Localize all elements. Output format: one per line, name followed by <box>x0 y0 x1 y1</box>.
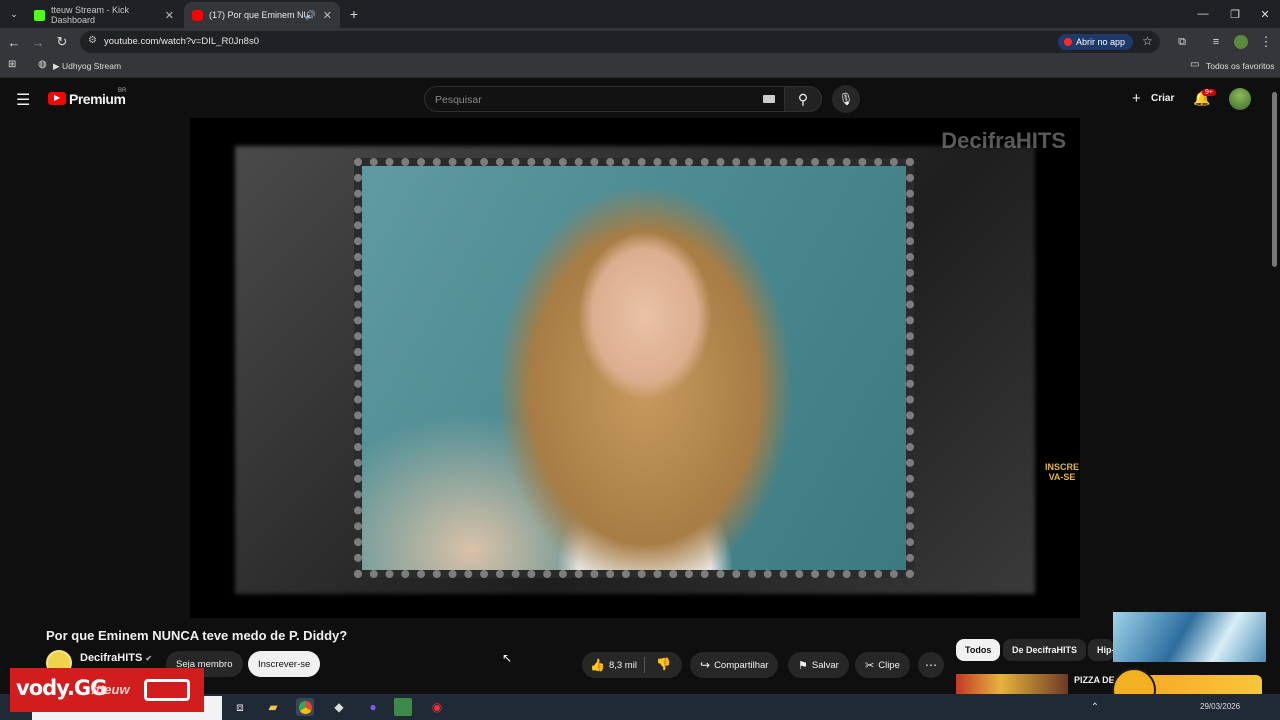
share-button[interactable]: ↪ Compartilhar <box>690 652 779 678</box>
youtube-header: ☰ ▶ Premium BR Pesquisar ⚲ 🎙 + Criar 🔔 9… <box>0 80 1280 118</box>
tab-youtube[interactable]: (17) Por que Eminem NUNCA 🔊 ✕ <box>184 2 340 28</box>
vody-logo-icon <box>144 679 190 701</box>
account-avatar[interactable] <box>1229 88 1251 110</box>
file-explorer-icon[interactable]: ▰ <box>264 698 282 716</box>
recommended-video-thumbnail[interactable] <box>956 674 1068 694</box>
channel-name-text: DecifraHITS <box>80 652 143 664</box>
share-icon: ↪ <box>700 658 711 672</box>
search-icon: ⚲ <box>797 90 809 107</box>
browser-toolbar: ← → ↻ ⚙ youtube.com/watch?v=DIL_R0Jn8s0 … <box>0 28 1280 56</box>
clip-button[interactable]: ✂ Clipe <box>855 652 910 678</box>
bookmark-play-icon: ▶ <box>53 61 60 71</box>
folder-icon: ▭ <box>1190 59 1200 70</box>
channel-name[interactable]: DecifraHITS ✔ <box>80 652 152 664</box>
bookmark-star-icon[interactable]: ☆ <box>1142 34 1153 48</box>
open-in-app-button[interactable]: Abrir no app <box>1058 34 1134 50</box>
tab-kick-dashboard[interactable]: tteuw Stream - Kick Dashboard ✕ <box>26 2 182 28</box>
chrome-icon[interactable] <box>296 698 314 716</box>
voice-search-button[interactable]: 🎙 <box>832 85 860 113</box>
video-frame-photo <box>354 158 914 578</box>
chip-all[interactable]: Todos <box>956 639 1001 661</box>
bookmark-udhyog-stream[interactable]: Udhyog Stream <box>62 61 121 71</box>
media-control-icon[interactable]: ≡ <box>1204 28 1228 56</box>
back-icon[interactable]: ← <box>2 28 26 56</box>
tray-chevron-icon[interactable]: ⌃ <box>1086 698 1104 716</box>
tab-search-icon[interactable]: ⌄ <box>2 0 26 28</box>
vody-handle: /tteuw <box>92 682 130 697</box>
video-content-image <box>362 166 906 570</box>
microphone-icon: 🎙 <box>838 92 854 106</box>
save-label: Salvar <box>811 659 839 671</box>
audio-playing-icon[interactable]: 🔊 <box>305 10 316 21</box>
mouse-cursor-icon: ↖ <box>502 651 513 665</box>
premium-logo-text[interactable]: Premium <box>69 91 126 107</box>
thumbs-up-icon[interactable]: 👍 <box>590 658 605 672</box>
chip-hiphop[interactable]: Hip- <box>1088 639 1114 661</box>
close-window-icon[interactable]: ✕ <box>1248 0 1280 28</box>
keyboard-icon[interactable] <box>763 95 775 103</box>
vody-stream-overlay: vody.GG /tteuw <box>10 668 204 712</box>
apps-grid-icon[interactable]: ⊞ <box>8 59 16 70</box>
more-actions-icon[interactable]: ⋯ <box>918 652 944 678</box>
youtube-favicon-icon <box>192 9 203 21</box>
taskbar-date[interactable]: 29/03/2026 <box>1200 702 1240 711</box>
url-text[interactable]: youtube.com/watch?v=DIL_R0Jn8s0 <box>104 36 259 47</box>
video-title: Por que Eminem NUNCA teve medo de P. Did… <box>46 628 348 643</box>
reload-icon[interactable]: ↻ <box>50 28 74 56</box>
search-button[interactable]: ⚲ <box>784 86 822 112</box>
like-divider <box>644 657 645 673</box>
app-diamond-icon[interactable]: ◆ <box>330 698 348 716</box>
close-tab-icon[interactable]: ✕ <box>323 9 332 22</box>
search-input[interactable]: Pesquisar <box>424 86 786 112</box>
share-label: Compartilhar <box>714 659 769 671</box>
chip-from-channel[interactable]: De DecifraHITS <box>1003 639 1087 661</box>
country-code: BR <box>118 88 127 94</box>
thumbs-down-icon[interactable]: 👎 <box>656 657 671 671</box>
create-plus-icon[interactable]: + <box>1132 91 1141 106</box>
profile-avatar[interactable] <box>1234 35 1248 49</box>
scissors-icon: ✂ <box>865 659 875 672</box>
extensions-icon[interactable]: ⧉ <box>1170 28 1194 56</box>
recommended-video-title[interactable]: PIZZA DE <box>1074 675 1115 685</box>
subscribe-overlay: INSCRE VA-SE <box>1045 462 1079 482</box>
restore-icon[interactable]: ❐ <box>1218 0 1252 28</box>
task-view-icon[interactable]: ⧈ <box>231 698 249 716</box>
page-scrollbar[interactable] <box>1272 92 1277 267</box>
like-count[interactable]: 8,3 mil <box>609 660 637 671</box>
stream-overlay-image <box>1113 612 1266 662</box>
browser-menu-icon[interactable]: ⋮ <box>1254 28 1278 56</box>
notification-badge: 9+ <box>1202 89 1216 96</box>
menu-icon[interactable]: ☰ <box>16 90 30 110</box>
bookmarks-bar: ⊞ ◍ ▶ Udhyog Stream ▭ Todos os favoritos <box>0 56 1280 78</box>
subscribe-button[interactable]: Inscrever-se <box>248 651 321 677</box>
minimize-icon[interactable]: — <box>1186 0 1220 28</box>
kick-app-icon[interactable] <box>394 698 412 716</box>
tab-title: (17) Por que Eminem NUNCA <box>209 10 309 20</box>
close-tab-icon[interactable]: ✕ <box>165 9 174 22</box>
subscribe-overlay-line2: VA-SE <box>1048 472 1076 482</box>
verified-icon: ✔ <box>145 654 153 663</box>
kick-favicon-icon <box>34 9 45 21</box>
channel-watermark: DecifraHITS <box>941 128 1066 153</box>
forward-icon[interactable]: → <box>26 28 50 56</box>
obs-icon[interactable]: ◉ <box>428 698 446 716</box>
address-bar[interactable]: ⚙ youtube.com/watch?v=DIL_R0Jn8s0 Abrir … <box>80 31 1160 53</box>
subscribe-overlay-line1: INSCRE <box>1045 462 1080 472</box>
clip-label: Clipe <box>878 659 900 671</box>
video-player[interactable]: DecifraHITS <box>190 118 1080 618</box>
like-dislike-group: 👍 8,3 mil 👎 <box>582 652 682 678</box>
create-button[interactable]: Criar <box>1151 93 1174 104</box>
save-button[interactable]: ⚑ Salvar <box>788 652 849 678</box>
site-info-icon[interactable]: ⚙ <box>88 35 97 46</box>
globe-icon: ◍ <box>38 59 47 70</box>
new-tab-button[interactable]: + <box>342 0 366 28</box>
browser-tab-bar: ⌄ tteuw Stream - Kick Dashboard ✕ (17) P… <box>0 0 1280 28</box>
youtube-logo-icon[interactable]: ▶ <box>48 92 66 105</box>
save-bookmark-icon: ⚑ <box>798 659 808 672</box>
search-placeholder: Pesquisar <box>435 94 482 106</box>
discord-icon[interactable]: ● <box>364 698 382 716</box>
tab-title: tteuw Stream - Kick Dashboard <box>51 5 130 25</box>
all-bookmarks-link[interactable]: Todos os favoritos <box>1206 61 1275 71</box>
